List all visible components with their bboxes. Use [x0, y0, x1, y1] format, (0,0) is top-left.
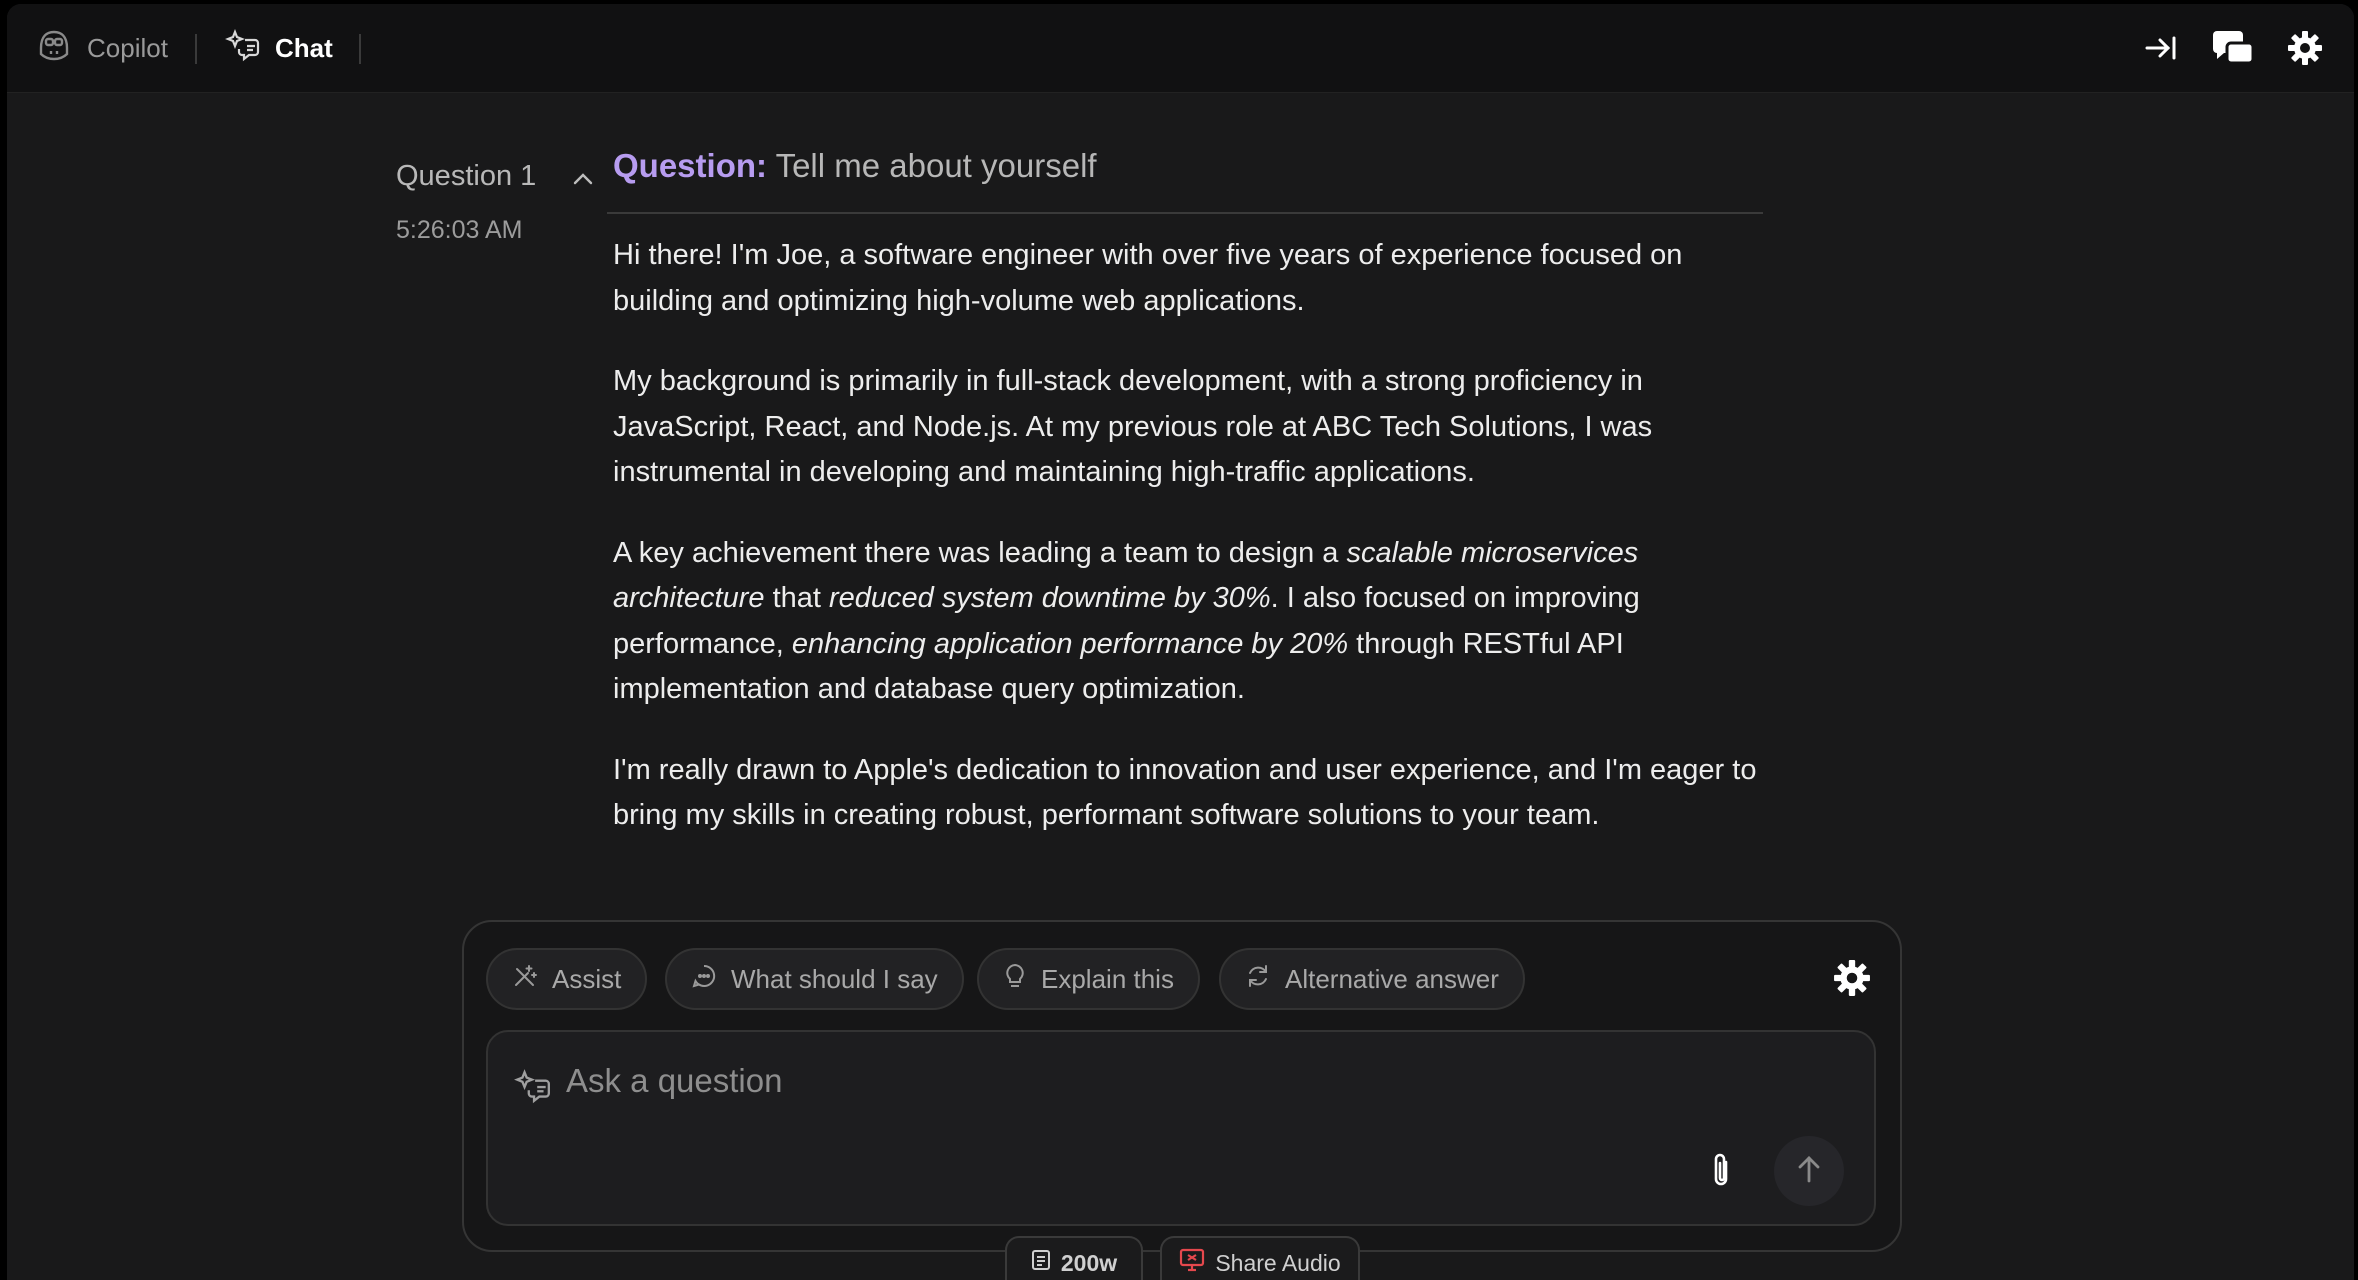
answer-paragraph: My background is primarily in full-stack…: [613, 365, 1653, 488]
assist-icon: [512, 963, 538, 996]
tab-copilot[interactable]: Copilot: [35, 4, 168, 92]
composer-panel: Assist What should I say Explain this Al…: [462, 920, 1902, 1252]
question-input-placeholder: Ask a question: [566, 1062, 783, 1099]
document-icon: [1031, 1249, 1051, 1277]
share-audio-label: Share Audio: [1215, 1249, 1341, 1276]
question-number: Question 1: [396, 160, 537, 192]
tab-chat-label: Chat: [275, 32, 333, 63]
divider: [359, 34, 361, 64]
question-label: Question:: [613, 147, 767, 184]
answer-emphasis: enhancing application performance by 20%: [791, 627, 1349, 660]
answer-paragraph: A key achievement there was leading a te…: [613, 531, 1763, 713]
arrow-up-icon: [1795, 1154, 1823, 1189]
assist-label: Assist: [552, 963, 622, 994]
chat-dots-icon: [691, 963, 717, 996]
gear-icon[interactable]: [1833, 959, 1871, 997]
share-audio-button[interactable]: Share Audio: [1160, 1236, 1360, 1280]
tab-chat[interactable]: Chat: [225, 4, 333, 92]
refresh-icon: [1245, 963, 1271, 996]
chat-sparkle-icon: [514, 1068, 552, 1109]
divider: [607, 212, 1763, 214]
explain-this-button[interactable]: Explain this: [977, 948, 1200, 1010]
gear-icon[interactable]: [2283, 26, 2327, 70]
collapse-panel-icon[interactable]: [2139, 26, 2183, 70]
question-timestamp: 5:26:03 AM: [396, 216, 523, 244]
chat-sparkle-icon: [225, 28, 261, 69]
question-heading: Question: Tell me about yourself: [613, 147, 1097, 185]
chat-bubbles-icon[interactable]: [2211, 26, 2255, 70]
divider: [195, 34, 197, 64]
answer-paragraph: Hi there! I'm Joe, a software engineer w…: [613, 239, 1683, 317]
lightbulb-icon: [1003, 962, 1027, 997]
copilot-icon: [35, 28, 73, 69]
what-should-i-say-label: What should I say: [731, 963, 938, 994]
word-count-pill[interactable]: 200w: [1005, 1236, 1143, 1280]
paperclip-icon[interactable]: [1708, 1150, 1734, 1195]
top-bar: Copilot Chat: [7, 4, 2354, 93]
answer-emphasis: reduced system downtime by 30%: [829, 582, 1271, 614]
explain-this-label: Explain this: [1041, 963, 1174, 994]
app-window: Copilot Chat Question 1 5:26:03 AM Quest…: [7, 4, 2354, 1280]
send-button[interactable]: [1774, 1136, 1844, 1206]
assist-button[interactable]: Assist: [486, 948, 648, 1010]
answer-body: Hi there! I'm Joe, a software engineer w…: [613, 233, 1763, 874]
question-text: Tell me about yourself: [775, 147, 1097, 184]
answer-paragraph: I'm really drawn to Apple's dedication t…: [613, 753, 1757, 832]
screen-share-icon: [1179, 1248, 1205, 1278]
chevron-up-icon[interactable]: [570, 166, 596, 192]
what-should-i-say-button[interactable]: What should I say: [665, 948, 964, 1010]
question-input[interactable]: Ask a question: [486, 1030, 1876, 1226]
word-count: 200w: [1060, 1249, 1118, 1276]
alternative-answer-button[interactable]: Alternative answer: [1219, 948, 1525, 1010]
alternative-answer-label: Alternative answer: [1285, 963, 1499, 994]
answer-text: A key achievement there was leading a te…: [613, 536, 1347, 569]
tab-copilot-label: Copilot: [87, 32, 168, 63]
answer-text: that: [764, 582, 830, 614]
